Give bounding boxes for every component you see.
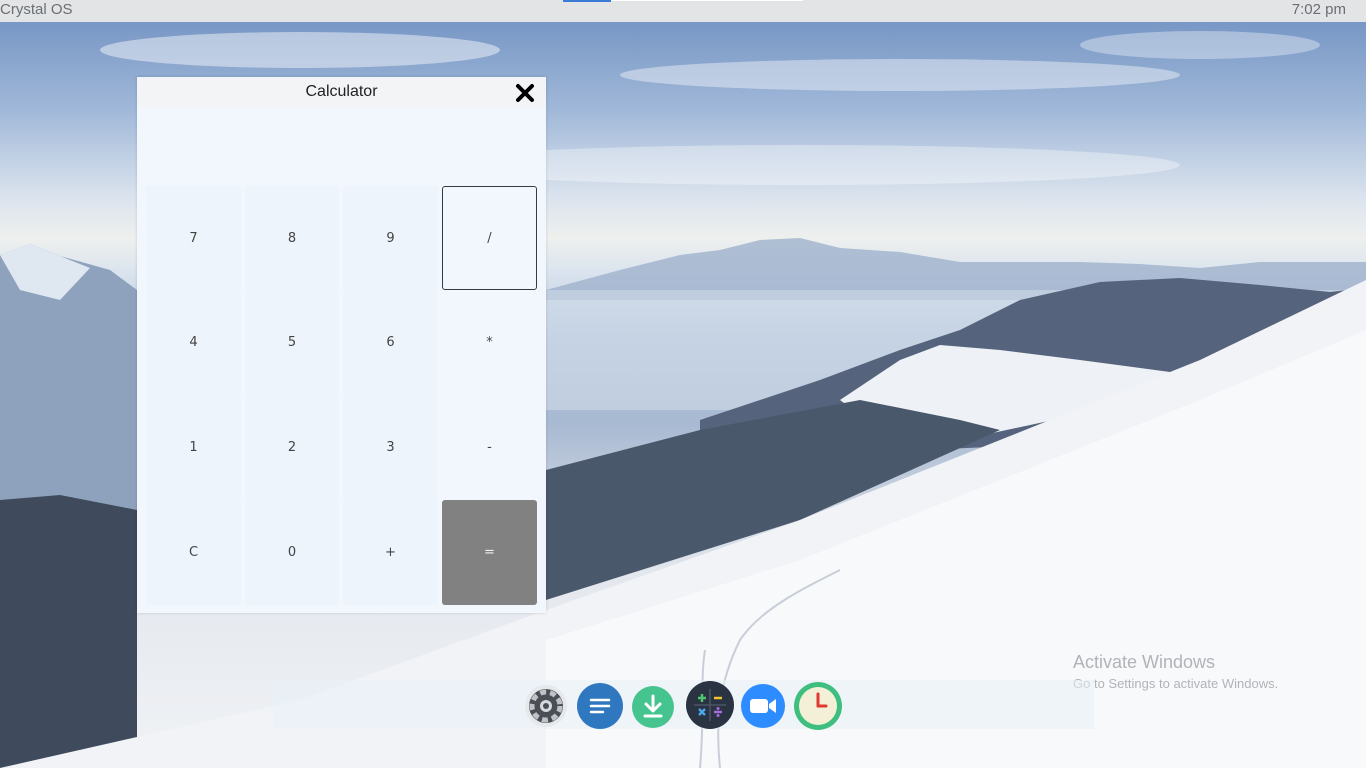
key-add[interactable]: + — [343, 500, 438, 605]
workspace-indicator-track — [611, 0, 803, 1]
key-equals[interactable]: = — [442, 500, 537, 605]
key-1[interactable]: 1 — [146, 395, 241, 500]
top-bar: Crystal OS 7:02 pm — [0, 0, 1366, 22]
calculator-icon — [686, 681, 734, 729]
workspace-indicator-active[interactable] — [563, 0, 611, 2]
calculator-window: Calculator 7 8 9 / 4 5 6 * 1 2 3 - C 0 +… — [137, 77, 546, 613]
key-0[interactable]: 0 — [245, 500, 339, 605]
key-4[interactable]: 4 — [146, 290, 241, 395]
close-icon — [516, 84, 534, 102]
key-7[interactable]: 7 — [146, 186, 241, 290]
dock-notes[interactable] — [577, 683, 623, 729]
calculator-titlebar[interactable]: Calculator — [137, 77, 546, 107]
activate-windows-watermark: Activate Windows Go to Settings to activ… — [1073, 652, 1278, 691]
os-name-label: Crystal OS — [0, 1, 73, 18]
key-8[interactable]: 8 — [245, 186, 339, 290]
key-2[interactable]: 2 — [245, 395, 339, 500]
topbar-clock: 7:02 pm — [1291, 1, 1346, 18]
window-title: Calculator — [305, 83, 378, 100]
dock-calculator[interactable] — [686, 681, 734, 729]
key-divide[interactable]: / — [442, 186, 537, 290]
clock-icon — [794, 682, 842, 730]
dock-downloads[interactable] — [632, 686, 674, 728]
key-subtract[interactable]: - — [442, 395, 537, 500]
watermark-title: Activate Windows — [1073, 652, 1216, 672]
calculator-display — [137, 107, 546, 185]
key-3[interactable]: 3 — [343, 395, 438, 500]
key-5[interactable]: 5 — [245, 290, 339, 395]
settings-icon — [525, 685, 567, 727]
key-9[interactable]: 9 — [343, 186, 438, 290]
key-clear[interactable]: C — [146, 500, 241, 605]
dock-video-call[interactable] — [740, 683, 786, 729]
key-multiply[interactable]: * — [442, 290, 537, 395]
download-icon — [632, 686, 674, 728]
calculator-keypad: 7 8 9 / 4 5 6 * 1 2 3 - C 0 + = — [146, 186, 537, 605]
notes-icon — [577, 683, 623, 729]
dock-settings[interactable] — [523, 683, 569, 729]
watermark-subtitle: Go to Settings to activate Windows. — [1073, 676, 1279, 691]
dock-clock[interactable] — [794, 682, 842, 730]
key-6[interactable]: 6 — [343, 290, 438, 395]
video-call-icon — [741, 684, 785, 728]
close-button[interactable] — [513, 81, 537, 105]
dock — [273, 680, 1094, 730]
